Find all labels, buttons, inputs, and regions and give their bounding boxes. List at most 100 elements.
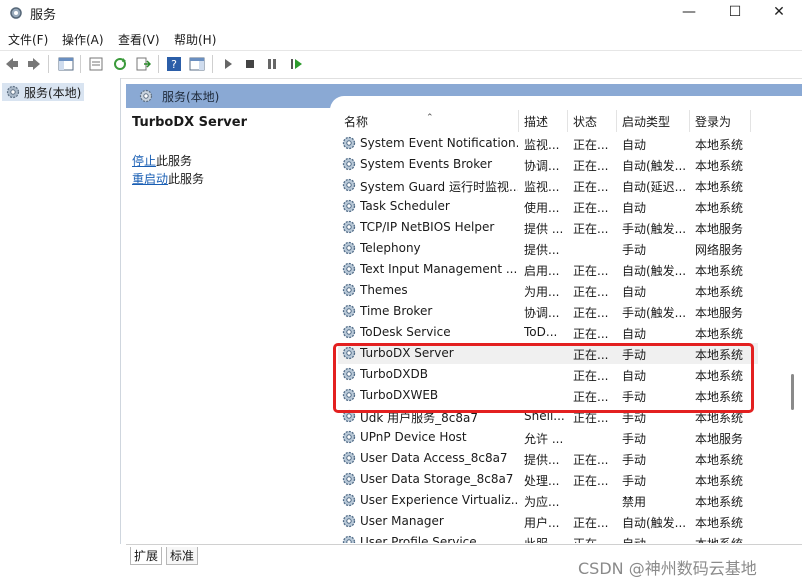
gear-icon	[342, 241, 356, 255]
gear-icon	[342, 535, 356, 543]
back-arrow-icon[interactable]	[4, 56, 20, 72]
service-logon-as: 本地系统	[695, 495, 744, 509]
header-curve	[330, 96, 802, 110]
service-row[interactable]: ToDesk Service ToD... 正在... 自动 本地系统	[338, 322, 758, 343]
stop-service-icon[interactable]	[242, 56, 258, 72]
services-app-icon	[10, 7, 22, 19]
service-row[interactable]: UPnP Device Host 允许 ... 手动 本地服务	[338, 427, 758, 448]
service-startup-type: 自动	[622, 201, 647, 215]
service-row[interactable]: User Data Storage_8c8a7 处理... 正在... 手动 本地系统	[338, 469, 758, 490]
service-startup-type: 自动(触发...	[622, 159, 687, 173]
tab-standard[interactable]: 标准	[166, 547, 199, 565]
service-description: 协调...	[524, 159, 560, 173]
service-row[interactable]: TCP/IP NetBIOS Helper 提供 ... 正在... 手动(触发...…	[338, 217, 758, 238]
refresh-icon[interactable]	[112, 56, 128, 72]
toolbar-separator	[48, 55, 49, 73]
gear-icon	[342, 157, 356, 171]
menu-action[interactable]: 操作(A)	[62, 31, 104, 48]
service-row[interactable]: Time Broker 协调... 正在... 手动(触发... 本地服务	[338, 301, 758, 322]
start-service-icon[interactable]	[220, 56, 236, 72]
service-row[interactable]: Telephony 提供... 手动 网络服务	[338, 238, 758, 259]
column-divider[interactable]	[750, 110, 751, 132]
toolbar-separator	[212, 55, 213, 73]
service-description: 提供...	[524, 453, 560, 467]
svg-text:?: ?	[171, 58, 177, 71]
restart-link[interactable]: 重启动	[132, 172, 168, 186]
service-description: 处理...	[524, 474, 560, 488]
service-logon-as: 本地服务	[695, 432, 744, 446]
service-description: ToD...	[524, 325, 558, 339]
service-row[interactable]: Text Input Management ... 启用... 正在... 自动(触发…	[338, 259, 758, 280]
gear-icon	[342, 262, 356, 276]
service-startup-type: 自动(延迟...	[622, 180, 687, 194]
tree-item-services-local[interactable]: 服务(本地)	[2, 83, 84, 101]
menu-help[interactable]: 帮助(H)	[174, 31, 216, 48]
help-icon[interactable]: ?	[166, 56, 182, 72]
service-row[interactable]: User Profile Service 此服... 正在... 自动本地系统	[338, 532, 758, 543]
gear-icon	[342, 325, 356, 339]
close-button[interactable]: ✕	[756, 0, 802, 26]
column-divider[interactable]	[616, 110, 617, 132]
pause-service-icon[interactable]	[264, 56, 280, 72]
menu-file[interactable]: 文件(F)	[8, 31, 48, 48]
export-list-icon[interactable]	[135, 56, 151, 72]
gear-icon	[342, 304, 356, 318]
service-startup-type: 自动(触发...	[622, 264, 687, 278]
service-description: 提供 ...	[524, 222, 564, 236]
menu-view[interactable]: 查看(V)	[118, 31, 160, 48]
service-description: 为应...	[524, 495, 560, 509]
column-header-startup-type[interactable]: 启动类型	[622, 113, 670, 130]
maximize-button[interactable]: ☐	[712, 0, 758, 26]
service-name: Text Input Management ...	[360, 262, 518, 276]
service-logon-as: 本地系统	[695, 285, 744, 299]
service-row[interactable]: Task Scheduler 使用... 正在... 自动 本地系统	[338, 196, 758, 217]
service-row[interactable]: System Guard 运行时监视... 监视... 正在... 自动(延迟... 本…	[338, 175, 758, 196]
restart-service-icon[interactable]	[288, 56, 304, 72]
service-description: 允许 ...	[524, 432, 564, 446]
service-startup-type: 手动	[622, 432, 647, 446]
column-divider[interactable]	[689, 110, 690, 132]
column-header-status[interactable]: 状态	[573, 113, 597, 130]
service-status: 正在...	[573, 516, 609, 530]
forward-arrow-icon[interactable]	[26, 56, 42, 72]
service-startup-type: 自动(触发...	[622, 516, 687, 530]
service-description: 用户...	[524, 516, 560, 530]
service-status: 正在...	[573, 138, 609, 152]
service-row[interactable]: User Experience Virtualiz... 为应... 禁用 本地系统	[338, 490, 758, 511]
service-row[interactable]: Themes 为用... 正在... 自动 本地系统	[338, 280, 758, 301]
service-name: Task Scheduler	[360, 199, 450, 213]
toolbar-separator	[80, 55, 81, 73]
gear-icon	[342, 493, 356, 507]
column-header-description[interactable]: 描述	[524, 113, 548, 130]
service-name: User Manager	[360, 514, 444, 528]
gear-icon	[6, 85, 20, 99]
properties-icon[interactable]	[88, 56, 104, 72]
stop-link[interactable]: 停止	[132, 154, 156, 168]
restart-link-suffix: 此服务	[168, 172, 205, 186]
tab-extended[interactable]: 扩展	[130, 547, 163, 565]
vertical-scrollbar[interactable]	[788, 112, 798, 542]
minimize-button[interactable]: —	[666, 0, 712, 26]
service-logon-as: 本地系统	[695, 264, 744, 278]
service-status: 正在...	[573, 159, 609, 173]
column-header-logon-as[interactable]: 登录为	[695, 113, 731, 130]
service-row[interactable]: User Manager 用户... 正在... 自动(触发... 本地系统	[338, 511, 758, 532]
service-description: 监视...	[524, 138, 560, 152]
selected-service-title: TurboDX Server	[132, 115, 247, 130]
service-name: Telephony	[360, 241, 421, 255]
service-status: 正在...	[573, 201, 609, 215]
title-bar: 服务 — ☐ ✕	[0, 0, 802, 26]
scrollbar-thumb[interactable]	[791, 374, 794, 410]
service-status: 正在...	[573, 327, 609, 341]
column-divider[interactable]	[567, 110, 568, 132]
service-row[interactable]: System Event Notification... 监视... 正在... 自动…	[338, 133, 758, 154]
service-row[interactable]: System Events Broker 协调... 正在... 自动(触发... 本地…	[338, 154, 758, 175]
show-hide-action-pane-icon[interactable]	[189, 56, 205, 72]
gear-icon	[342, 220, 356, 234]
service-row[interactable]: User Data Access_8c8a7 提供... 正在... 手动 本地系统	[338, 448, 758, 469]
service-status: 正在...	[573, 535, 617, 543]
column-header-name[interactable]: 名称	[344, 113, 368, 130]
console-tree-icon[interactable]	[58, 56, 74, 72]
service-name: Themes	[360, 283, 408, 297]
column-divider[interactable]	[518, 110, 519, 132]
